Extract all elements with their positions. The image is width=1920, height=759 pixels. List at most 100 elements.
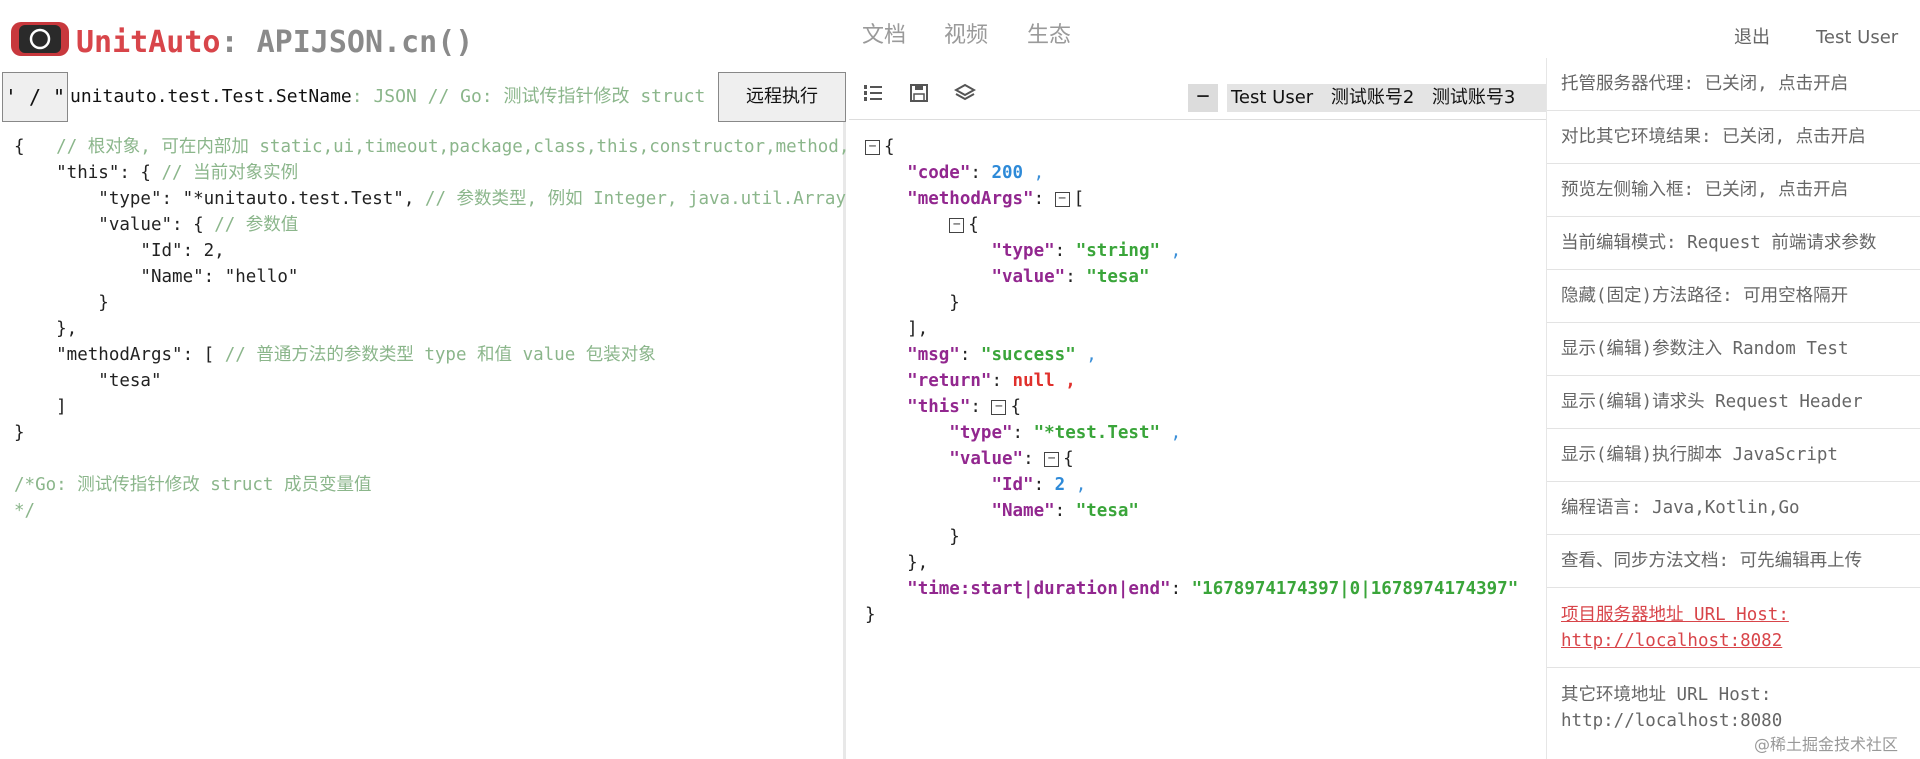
nav-docs[interactable]: 文档 <box>862 18 906 54</box>
json-punct: ], <box>865 319 929 339</box>
menu-item-hide-path[interactable]: 隐藏(固定)方法路径: 可用空格隔开 <box>1547 270 1920 323</box>
logo-icon <box>11 22 69 56</box>
code-line: } <box>14 290 846 316</box>
collapse-node-icon[interactable]: − <box>991 399 1007 415</box>
json-line: "Name": "tesa" <box>865 498 1546 524</box>
menu-item-random-test[interactable]: 显示(编辑)参数注入 Random Test <box>1547 323 1920 376</box>
json-line: "this": −{ <box>865 394 1546 420</box>
menu-item-docs[interactable]: 查看、同步方法文档: 可先编辑再上传 <box>1547 535 1920 588</box>
menu-item-proxy[interactable]: 托管服务器代理: 已关闭, 点击开启 <box>1547 58 1920 111</box>
json-punct: { <box>1010 397 1021 417</box>
brand-title: UnitAuto: APIJSON.cn() <box>76 20 473 66</box>
json-line: "value": "tesa" <box>865 264 1546 290</box>
current-user[interactable]: Test User <box>1816 24 1898 52</box>
code-text: "this": { <box>14 163 162 183</box>
menu-item-edit-mode[interactable]: 当前编辑模式: Request 前端请求参数 <box>1547 217 1920 270</box>
project-host-url: http://localhost:8082 <box>1561 630 1783 651</box>
response-toolbar: − Test User 测试账号2 测试账号3 <box>849 72 1546 120</box>
code-comment: */ <box>14 501 36 521</box>
json-comma: , <box>1160 423 1182 443</box>
json-punct <box>865 163 907 183</box>
other-host-url: http://localhost:8080 <box>1561 711 1783 731</box>
json-punct <box>865 189 907 209</box>
json-number: 2 <box>1054 475 1066 495</box>
code-text: "Id": 2, <box>14 241 225 261</box>
json-punct: : <box>1170 579 1192 599</box>
json-punct <box>865 345 907 365</box>
json-line: "methodArgs": −[ <box>865 186 1546 212</box>
collapse-node-icon[interactable]: − <box>949 217 965 233</box>
code-text: "tesa" <box>14 371 162 391</box>
account-tab[interactable]: Test User <box>1227 84 1317 112</box>
json-punct: : <box>959 345 981 365</box>
json-string: "string" <box>1075 241 1161 261</box>
code-line: ] <box>14 394 846 420</box>
code-text: } <box>14 293 109 313</box>
request-json-editor[interactable]: { // 根对象, 可在内部加 static,ui,timeout,packag… <box>0 134 846 754</box>
code-comment: // 当前对象实例 <box>161 163 299 183</box>
menu-item-language[interactable]: 编程语言: Java,Kotlin,Go <box>1547 482 1920 535</box>
json-string: "tesa" <box>1086 267 1150 287</box>
json-line: } <box>865 524 1546 550</box>
json-null: , <box>1054 371 1076 391</box>
json-key: "return" <box>907 371 992 391</box>
code-comment: // 参数类型, 例如 Integer, java.util.ArrayList <box>424 189 846 209</box>
account-tab[interactable]: 测试账号3 <box>1428 84 1519 112</box>
json-comma: , <box>1065 475 1087 495</box>
json-punct: [ <box>1073 189 1085 209</box>
json-punct: : <box>970 163 992 183</box>
code-comment: /*Go: 测试传指针修改 struct 成员变量值 <box>14 475 372 495</box>
quote-toggle-button[interactable]: ' / " <box>2 72 68 122</box>
collapse-node-icon[interactable]: − <box>1044 451 1060 467</box>
code-line: }, <box>14 316 846 342</box>
save-icon[interactable] <box>905 82 933 110</box>
json-key: "this" <box>907 397 971 417</box>
code-line: } <box>14 420 846 446</box>
json-punct: }, <box>865 553 929 573</box>
json-comma: , <box>1023 163 1045 183</box>
json-key: "Name" <box>991 501 1055 521</box>
menu-item-request-header[interactable]: 显示(编辑)请求头 Request Header <box>1547 376 1920 429</box>
json-punct: : <box>1065 267 1087 287</box>
json-key: "value" <box>949 449 1024 469</box>
response-json-view: −{ "code": 200 , "methodArgs": −[ −{ "ty… <box>849 134 1546 694</box>
json-line: "type": "string" , <box>865 238 1546 264</box>
json-comma: , <box>1160 241 1182 261</box>
nav-ecosystem[interactable]: 生态 <box>1027 18 1071 54</box>
code-line: "type": "*unitauto.test.Test", // 参数类型, … <box>14 186 846 212</box>
method-path-input[interactable]: unitauto.test.Test.SetName: JSON // Go: … <box>70 72 716 122</box>
collapse-button[interactable]: − <box>1188 84 1218 112</box>
json-punct: : <box>1033 475 1055 495</box>
layers-icon[interactable] <box>951 82 979 110</box>
json-key: "code" <box>907 163 971 183</box>
json-key: "type" <box>991 241 1055 261</box>
json-line: "code": 200 , <box>865 160 1546 186</box>
code-line: "this": { // 当前对象实例 <box>14 160 846 186</box>
collapse-node-icon[interactable]: − <box>865 139 880 155</box>
collapse-node-icon[interactable]: − <box>1054 191 1070 207</box>
code-line: "Id": 2, <box>14 238 846 264</box>
json-punct: : <box>1023 449 1045 469</box>
json-punct: } <box>865 293 960 313</box>
json-string: "*test.Test" <box>1033 423 1161 443</box>
list-order-icon[interactable] <box>859 82 887 110</box>
json-punct <box>865 371 907 391</box>
run-remote-button[interactable]: 远程执行 <box>718 72 846 122</box>
code-text: "value": { <box>14 215 215 235</box>
json-punct <box>865 397 907 417</box>
code-line: */ <box>14 498 846 524</box>
account-tab[interactable]: 测试账号2 <box>1327 84 1418 112</box>
json-line: "type": "*test.Test" , <box>865 420 1546 446</box>
json-punct: : <box>1012 423 1034 443</box>
method-hint: : JSON // Go: 测试传指针修改 struct <box>351 86 706 107</box>
menu-item-compare[interactable]: 对比其它环境结果: 已关闭, 点击开启 <box>1547 111 1920 164</box>
menu-item-preview[interactable]: 预览左侧输入框: 已关闭, 点击开启 <box>1547 164 1920 217</box>
json-punct: : <box>970 397 992 417</box>
json-line: } <box>865 602 1546 628</box>
logout-button[interactable]: 退出 <box>1734 24 1770 52</box>
nav-videos[interactable]: 视频 <box>944 18 988 54</box>
menu-item-project-host[interactable]: 项目服务器地址 URL Host: http://localhost:8082 <box>1547 588 1920 668</box>
code-line: "value": { // 参数值 <box>14 212 846 238</box>
menu-item-script[interactable]: 显示(编辑)执行脚本 JavaScript <box>1547 429 1920 482</box>
json-key: "methodArgs" <box>907 189 1034 209</box>
